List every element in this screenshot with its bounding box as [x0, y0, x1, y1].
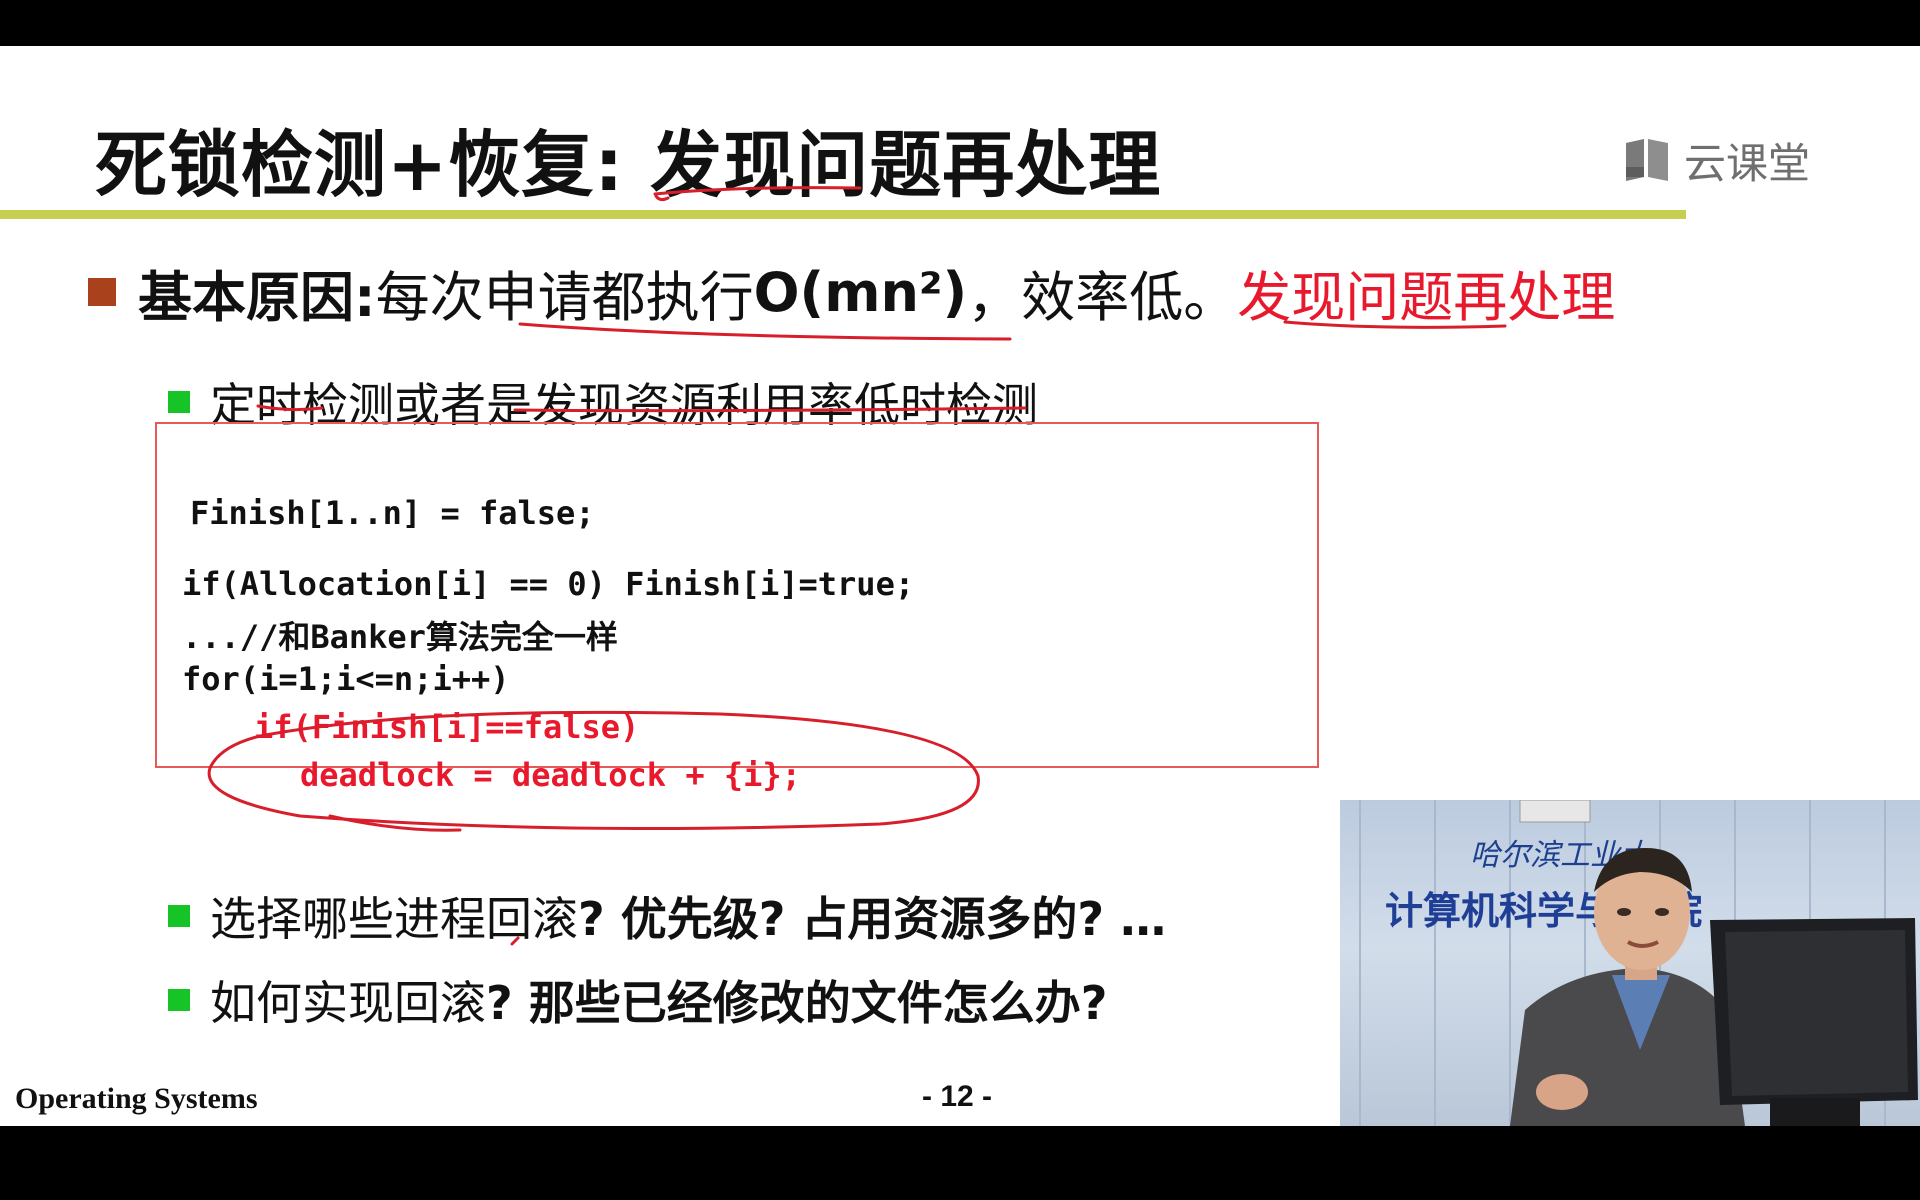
underline-deadlock — [328, 814, 462, 832]
sub-bullet-2-text: 选择哪些进程回滚 — [210, 892, 578, 946]
main-bullet-red-text: 发现问题再处理 — [1237, 265, 1616, 329]
sub-bullet-3-part2: ? 那些已经修改的文件怎么办? — [486, 976, 1108, 1030]
main-bullet-label: 基本原因: — [138, 265, 376, 329]
code-line-4: for(i=1;i<=n;i++) — [182, 660, 510, 698]
logo-text: 云课堂 — [1684, 138, 1811, 188]
square-bullet-icon — [168, 989, 190, 1011]
sub-bullet-3: 如何实现回滚? 那些已经修改的文件怎么办? — [168, 970, 1107, 1030]
main-bullet-complexity: O(mn²) — [753, 260, 968, 324]
code-line-2: if(Allocation[i] == 0) Finish[i]=true; — [182, 565, 915, 603]
presenter-video: 哈尔滨工业大 计算机科学与技 院 — [1340, 800, 1920, 1126]
presenter-figure — [1510, 848, 1918, 1126]
page-title: 死锁检测+恢复: 发现问题再处理 — [95, 123, 1162, 207]
sub-bullet-2: 选择哪些进程回滚? 优先级? 占用资源多的? … — [168, 886, 1166, 946]
code-line-3: ...//和Banker算法完全一样 — [182, 618, 618, 656]
page-number: - 12 - — [922, 1080, 993, 1113]
square-bullet-icon — [88, 278, 116, 306]
code-line-5: if(Finish[i]==false) — [254, 708, 640, 746]
square-bullet-icon — [168, 391, 190, 413]
footer-course-name: Operating Systems — [15, 1082, 258, 1115]
logo-book-icon — [1626, 139, 1668, 181]
main-bullet: 基本原因: 每次申请都执行 O(mn²) ，效率低。 发现问题再处理 — [88, 252, 1615, 332]
main-bullet-text1: 每次申请都执行 — [375, 265, 754, 329]
sub-bullet-2-rest: ? 优先级? 占用资源多的? … — [578, 892, 1167, 946]
title-divider — [0, 210, 1686, 219]
main-bullet-text2: ，效率低。 — [967, 265, 1238, 329]
square-bullet-icon — [168, 905, 190, 927]
logo: 云课堂 — [1622, 130, 1810, 190]
code-line-1: Finish[1..n] = false; — [190, 494, 595, 532]
code-line-6: deadlock = deadlock + {i}; — [300, 756, 801, 794]
sub-bullet-3-part1: 如何实现回滚 — [210, 976, 486, 1030]
